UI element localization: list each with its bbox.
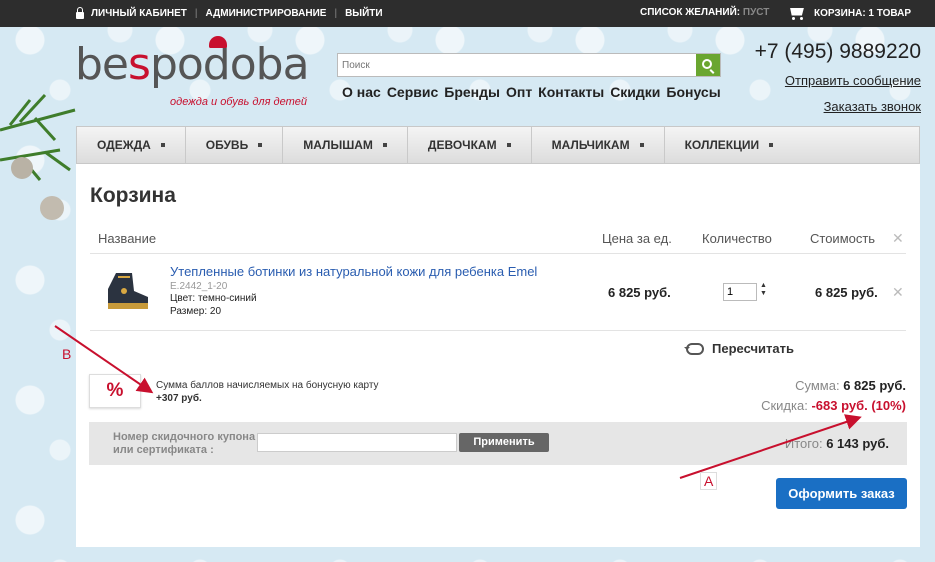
product-image[interactable] — [102, 269, 152, 313]
wishlist-label: Список желаний: — [640, 7, 741, 18]
logo-tagline: одежда и обувь для детей — [170, 96, 308, 108]
nav-contacts[interactable]: Контакты — [538, 84, 604, 100]
col-unit-price: Цена за ед. — [602, 231, 672, 246]
cart-panel: Корзина Название Цена за ед. Количество … — [76, 164, 920, 547]
search-icon — [702, 59, 712, 69]
cart-item-row: Утепленные ботинки из натуральной кожи д… — [90, 254, 906, 331]
nav-about[interactable]: О нас — [342, 84, 381, 100]
nav-service[interactable]: Сервис — [387, 84, 438, 100]
cart-label: Корзина: 1 товар — [814, 8, 912, 19]
dropdown-icon — [382, 143, 387, 147]
sum-value: 6 825 руб. — [843, 378, 906, 393]
recalculate-button[interactable]: Пересчитать — [684, 341, 794, 356]
product-name-link[interactable]: Утепленные ботинки из натуральной кожи д… — [170, 264, 537, 279]
category-babies[interactable]: Малышам — [283, 127, 408, 163]
unit-price: 6 825 руб. — [608, 285, 671, 300]
nav-discounts[interactable]: Скидки — [610, 84, 660, 100]
lock-icon — [75, 7, 85, 19]
apply-coupon-button[interactable]: Применить — [459, 433, 549, 452]
quantity-stepper[interactable]: ▲ ▼ — [760, 282, 767, 298]
order-call-link[interactable]: Заказать звонок — [824, 99, 921, 114]
page-title: Корзина — [90, 184, 176, 207]
refresh-icon — [684, 342, 704, 355]
category-clothes[interactable]: Одежда — [77, 127, 186, 163]
dropdown-icon — [639, 143, 644, 147]
santa-hat-icon — [209, 36, 227, 48]
coupon-bar: Номер скидочного купона или сертификата … — [89, 422, 907, 465]
wishlist-value: пуст — [742, 7, 770, 18]
product-size: Размер: 20 — [170, 306, 222, 317]
sum-line: Сумма: 6 825 руб. — [795, 378, 906, 393]
total-line: Итого: 6 143 руб. — [784, 436, 889, 451]
logout-link[interactable]: Выйти — [345, 8, 383, 19]
admin-link[interactable]: Администрирование — [206, 8, 327, 19]
main-nav: О нас Сервис Бренды Опт Контакты Скидки … — [342, 84, 721, 100]
coupon-input[interactable] — [257, 433, 457, 452]
discount-value: -683 руб. (10%) — [811, 398, 906, 413]
annotation-b: B — [62, 346, 72, 362]
col-name: Название — [98, 231, 157, 246]
cart-icon — [788, 7, 806, 21]
christmas-tree-decoration — [0, 93, 76, 220]
product-sku: E.2442_1-20 — [170, 281, 228, 292]
cart-table-header: Название Цена за ед. Количество Стоимост… — [90, 224, 906, 254]
category-collections[interactable]: Коллекции — [665, 127, 794, 163]
send-message-link[interactable]: Отправить сообщение — [785, 73, 921, 88]
bonus-value: +307 руб. — [156, 393, 202, 404]
dropdown-icon — [769, 143, 774, 147]
dropdown-icon — [258, 143, 263, 147]
category-menu: Одежда Обувь Малышам Девочкам Мальчикам … — [76, 126, 920, 164]
nav-bonuses[interactable]: Бонусы — [666, 84, 720, 100]
col-total: Стоимость — [810, 231, 876, 246]
bonus-text: Сумма баллов начисляемых на бонусную кар… — [156, 380, 379, 391]
quantity-input[interactable] — [723, 283, 757, 301]
category-shoes[interactable]: Обувь — [186, 127, 284, 163]
cart-link[interactable]: Корзина: 1 товар — [788, 0, 911, 27]
discount-line: Скидка: -683 руб. (10%) — [761, 398, 906, 413]
phone-number: +7 (495) 9889220 — [754, 40, 921, 63]
bonus-badge: % — [89, 374, 141, 408]
category-boys[interactable]: Мальчикам — [532, 127, 665, 163]
category-girls[interactable]: Девочкам — [408, 127, 532, 163]
dropdown-icon — [160, 143, 165, 147]
col-quantity: Количество — [702, 231, 772, 246]
account-link[interactable]: Личный кабинет — [91, 8, 187, 19]
search-box — [337, 53, 721, 77]
product-color: Цвет: темно-синий — [170, 293, 257, 304]
top-bar: Личный кабинет | Администрирование | Вый… — [0, 0, 935, 27]
search-input[interactable] — [338, 54, 693, 76]
search-button[interactable] — [696, 54, 720, 76]
nav-brands[interactable]: Бренды — [444, 84, 500, 100]
recalculate-label: Пересчитать — [712, 341, 794, 356]
checkout-button[interactable]: Оформить заказ — [776, 478, 907, 509]
coupon-label: Номер скидочного купона или сертификата … — [113, 431, 256, 456]
nav-wholesale[interactable]: Опт — [506, 84, 532, 100]
total-value: 6 143 руб. — [826, 436, 889, 451]
annotation-a: A — [700, 472, 718, 490]
site-logo[interactable]: bespodoba одежда и обувь для детей — [75, 36, 320, 115]
line-total: 6 825 руб. — [815, 285, 878, 300]
wishlist-link[interactable]: Список желаний: пуст — [640, 7, 769, 18]
ornament-icon — [11, 157, 33, 179]
remove-item-icon[interactable]: ✕ — [892, 284, 904, 301]
dropdown-icon — [506, 143, 511, 147]
clear-cart-icon[interactable]: ✕ — [892, 230, 904, 247]
